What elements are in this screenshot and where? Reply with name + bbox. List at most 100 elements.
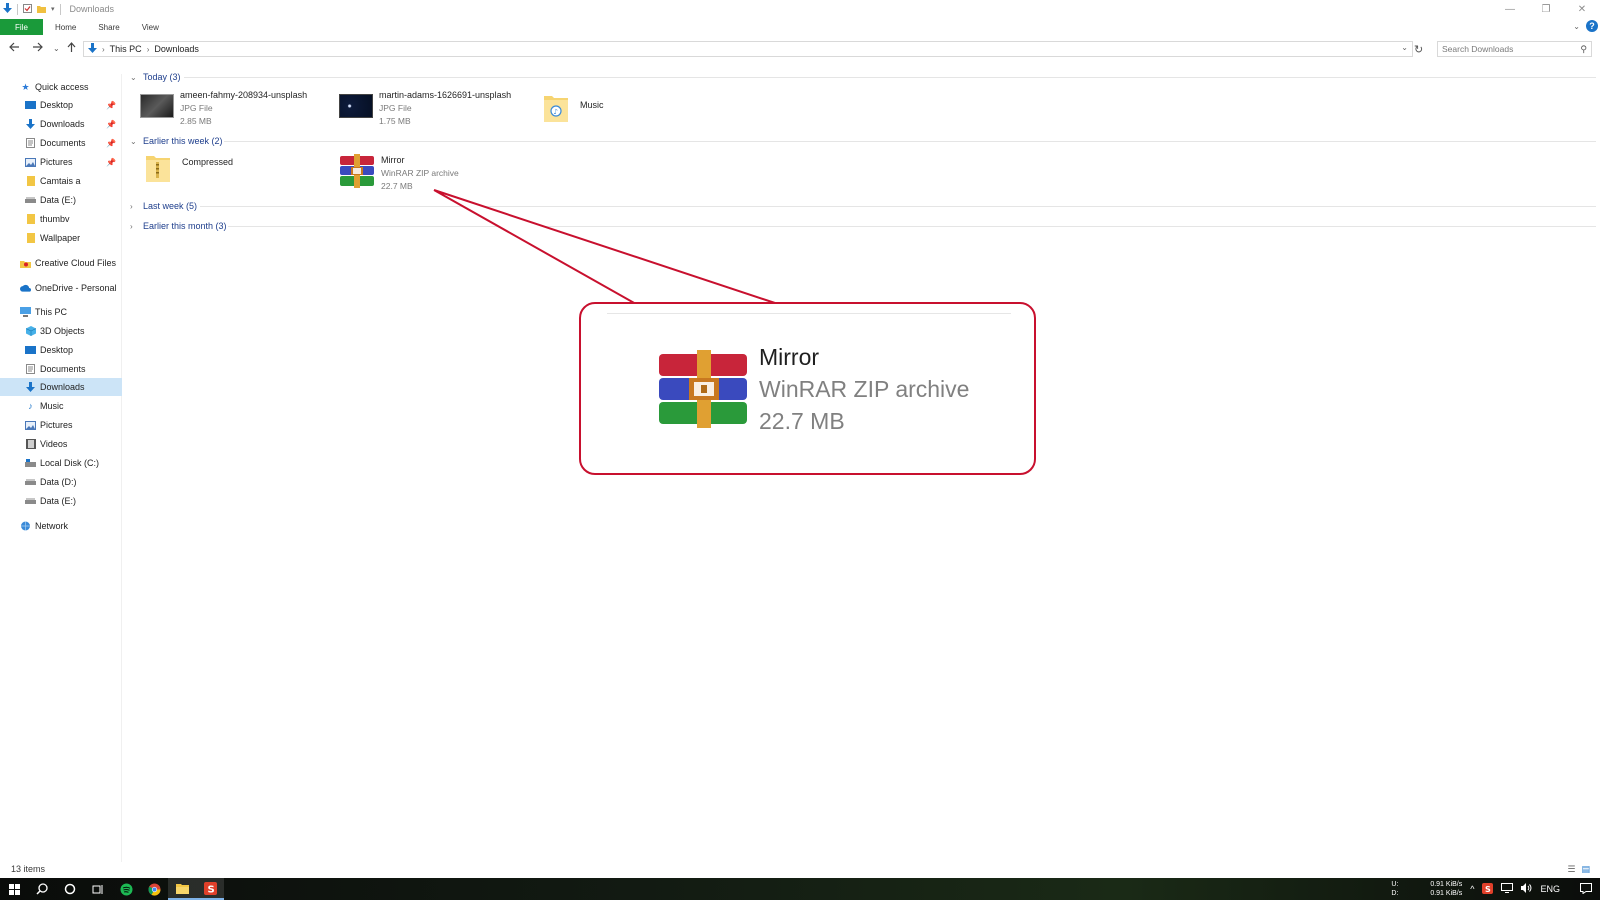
film-icon	[25, 439, 36, 449]
zoom-callout: Mirror WinRAR ZIP archive 22.7 MB	[579, 302, 1036, 475]
tab-view[interactable]: View	[131, 19, 170, 35]
nav-qa-wallpaper[interactable]: Wallpaper	[0, 229, 122, 247]
expand-ribbon-chevron-icon[interactable]: ⌄	[1573, 22, 1580, 31]
notifications-icon[interactable]	[1580, 882, 1592, 896]
nav-network[interactable]: Network	[0, 517, 122, 535]
net-speed-labels: U: D:	[1391, 880, 1398, 898]
pin-icon[interactable]: 📌	[106, 120, 116, 129]
network-monitor-icon[interactable]	[1501, 883, 1514, 895]
pin-icon[interactable]: 📌	[106, 101, 116, 110]
search-input[interactable]: Search Downloads ⚲	[1437, 41, 1592, 57]
nav-label: thumbv	[40, 214, 70, 224]
cortana-icon[interactable]	[56, 878, 84, 900]
minimize-button[interactable]: —	[1492, 0, 1528, 18]
volume-icon[interactable]	[1521, 883, 1532, 895]
ribbon-tabs: File Home Share View ⌄ ?	[0, 18, 1600, 36]
nav-pc-3d-objects[interactable]: 3D Objects	[0, 322, 122, 340]
group-header-last-week[interactable]: › Last week (5)	[130, 199, 197, 213]
file-explorer-icon[interactable]	[168, 878, 196, 900]
breadcrumb-downloads[interactable]: Downloads	[154, 44, 199, 54]
status-bar: 13 items ☰ ▤	[0, 862, 1600, 876]
nav-pc-data-d[interactable]: Data (D:)	[0, 473, 122, 491]
language-indicator[interactable]: ENG	[1540, 884, 1560, 894]
address-field[interactable]: › This PC › Downloads ⌄	[83, 41, 1413, 57]
music-note-icon: ♪	[28, 401, 33, 411]
windows-start-icon[interactable]	[0, 878, 28, 900]
nav-label: Desktop	[40, 345, 74, 355]
chrome-icon[interactable]	[140, 878, 168, 900]
recent-locations-chevron-icon[interactable]: ⌄	[53, 42, 60, 56]
nav-pc-desktop[interactable]: Desktop	[0, 341, 122, 359]
nav-pc-local-disk-c[interactable]: Local Disk (C:)	[0, 454, 122, 472]
download-arrow-icon	[25, 382, 36, 392]
folder-icon	[25, 233, 36, 243]
nav-creative-cloud[interactable]: Creative Cloud Files	[0, 254, 122, 272]
close-button[interactable]: ✕	[1564, 0, 1600, 18]
spotify-icon[interactable]	[112, 878, 140, 900]
new-folder-icon[interactable]	[37, 4, 46, 15]
nav-label: Documents	[40, 138, 86, 148]
nav-qa-pictures[interactable]: Pictures 📌	[0, 153, 122, 171]
nav-label: OneDrive - Personal	[35, 283, 117, 293]
nav-this-pc[interactable]: This PC	[0, 303, 122, 321]
properties-icon[interactable]	[23, 3, 32, 15]
nav-pc-music[interactable]: ♪ Music	[0, 397, 122, 415]
nav-qa-camtasia[interactable]: Camtais a	[0, 172, 122, 190]
file-name: Music	[580, 100, 604, 110]
maximize-button[interactable]: ❐	[1528, 0, 1564, 18]
nav-qa-data-e[interactable]: Data (E:)	[0, 191, 122, 209]
tab-share[interactable]: Share	[87, 19, 130, 35]
nav-pc-downloads[interactable]: Downloads	[0, 378, 122, 396]
file-ameen-fahmy[interactable]: ameen-fahmy-208934-unsplash JPG File 2.8…	[140, 89, 340, 129]
help-button[interactable]: ?	[1586, 20, 1598, 32]
cube-icon	[25, 326, 36, 336]
nav-pc-documents[interactable]: Documents	[0, 360, 122, 378]
show-hidden-icons-chevron-icon[interactable]: ^	[1470, 884, 1474, 894]
pin-icon[interactable]: 📌	[106, 158, 116, 167]
nav-qa-thumbv[interactable]: thumbv	[0, 210, 122, 228]
address-dropdown-chevron-icon[interactable]: ⌄	[1401, 43, 1408, 52]
nav-qa-downloads[interactable]: Downloads 📌	[0, 115, 122, 133]
folder-music[interactable]: ♪ Music	[542, 92, 662, 132]
customize-chevron-icon[interactable]: ▾	[51, 5, 55, 13]
svg-text:S: S	[207, 884, 214, 895]
file-martin-adams[interactable]: martin-adams-1626691-unsplash JPG File 1…	[339, 89, 539, 129]
nav-quick-access[interactable]: ★ Quick access	[0, 78, 122, 96]
download-label: D:	[1391, 890, 1399, 897]
svg-text:♪: ♪	[554, 108, 558, 116]
breadcrumb-this-pc[interactable]: This PC	[110, 44, 142, 54]
folder-compressed[interactable]: Compressed	[144, 152, 294, 192]
callout-file-size: 22.7 MB	[759, 408, 845, 434]
group-header-earlier-month[interactable]: › Earlier this month (3)	[130, 219, 227, 233]
nav-pc-videos[interactable]: Videos	[0, 435, 122, 453]
svg-text:S: S	[1485, 885, 1491, 894]
group-header-earlier-week[interactable]: ⌄ Earlier this week (2)	[130, 134, 223, 148]
network-icon	[20, 521, 31, 531]
snagit-tray-icon[interactable]: S	[1482, 882, 1494, 896]
nav-label: 3D Objects	[40, 326, 85, 336]
task-view-icon[interactable]	[84, 878, 112, 900]
nav-pc-pictures[interactable]: Pictures	[0, 416, 122, 434]
nav-onedrive[interactable]: OneDrive - Personal	[0, 279, 122, 297]
search-icon[interactable]	[28, 878, 56, 900]
snagit-icon[interactable]: S	[196, 878, 224, 900]
file-name: Compressed	[182, 157, 234, 167]
expand-chevron-icon: ›	[130, 201, 133, 211]
nav-qa-desktop[interactable]: Desktop 📌	[0, 96, 122, 114]
details-view-icon[interactable]: ☰	[1567, 864, 1575, 875]
tab-home[interactable]: Home	[44, 19, 87, 35]
refresh-icon[interactable]: ↻	[1414, 43, 1423, 56]
file-type: JPG File	[180, 103, 213, 113]
back-arrow-icon[interactable]	[9, 42, 20, 56]
forward-arrow-icon[interactable]	[32, 42, 43, 56]
up-arrow-icon[interactable]	[67, 42, 76, 57]
group-header-today[interactable]: ⌄ Today (3)	[130, 70, 181, 84]
pin-icon[interactable]: 📌	[106, 139, 116, 148]
tiles-view-icon[interactable]: ▤	[1581, 864, 1590, 875]
document-icon	[25, 364, 36, 374]
tab-file[interactable]: File	[0, 19, 43, 35]
file-mirror[interactable]: Mirror WinRAR ZIP archive 22.7 MB	[339, 154, 539, 194]
nav-pc-data-e[interactable]: Data (E:)	[0, 492, 122, 510]
creative-cloud-icon	[20, 258, 31, 268]
nav-qa-documents[interactable]: Documents 📌	[0, 134, 122, 152]
